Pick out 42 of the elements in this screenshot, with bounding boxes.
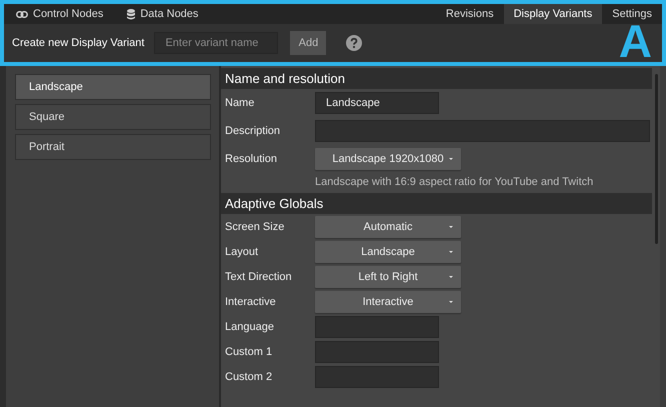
variant-name-field[interactable]: Enter variant name (154, 32, 278, 54)
scrollbar[interactable] (655, 74, 658, 244)
text-field[interactable] (315, 316, 439, 338)
field-label: Screen Size (225, 220, 286, 232)
add-button[interactable]: Add (290, 31, 326, 55)
nav-tab[interactable]: Display Variants (504, 4, 602, 24)
field-label: Description (225, 125, 282, 137)
field-label: Interactive (225, 296, 277, 308)
section-header: Adaptive Globals (221, 193, 652, 214)
create-label: Create new Display Variant (12, 37, 144, 49)
variant-item[interactable]: Portrait (15, 134, 211, 160)
caret-icon (449, 158, 453, 160)
variant-item[interactable]: Landscape (15, 74, 211, 100)
field-label: Custom 2 (225, 370, 274, 382)
link-icon (16, 10, 28, 18)
caret-icon (449, 300, 453, 302)
nav-tab[interactable]: Revisions (436, 4, 504, 24)
dropdown[interactable]: Landscape 1920x1080 (315, 148, 461, 170)
text-field[interactable]: Landscape (315, 92, 439, 114)
caret-icon (449, 226, 453, 228)
section-header: Name and resolution (221, 68, 652, 89)
text-field[interactable] (315, 120, 650, 142)
field-label: Custom 1 (225, 346, 274, 358)
dropdown[interactable]: Left to Right (315, 266, 461, 288)
dropdown[interactable]: Landscape (315, 240, 461, 262)
field-label: Resolution (225, 153, 278, 165)
help-icon[interactable] (346, 35, 362, 51)
hint-text: Landscape with 16:9 aspect ratio for YouTube and Twitch (315, 176, 594, 188)
field-label: Text Direction (225, 270, 293, 282)
dropdown[interactable]: Automatic (315, 216, 461, 238)
database-icon (127, 8, 136, 20)
dropdown[interactable]: Interactive (315, 290, 461, 312)
text-field[interactable] (315, 366, 439, 388)
field-label: Language (225, 320, 275, 332)
text-field[interactable] (315, 340, 439, 362)
caret-icon (449, 250, 453, 252)
variant-item[interactable]: Square (15, 104, 211, 130)
caret-icon (449, 276, 453, 278)
nav-tab[interactable]: Data Nodes (115, 4, 210, 24)
field-label: Layout (225, 246, 260, 258)
nav-tab[interactable]: Control Nodes (4, 4, 116, 24)
field-label: Name (225, 97, 256, 109)
